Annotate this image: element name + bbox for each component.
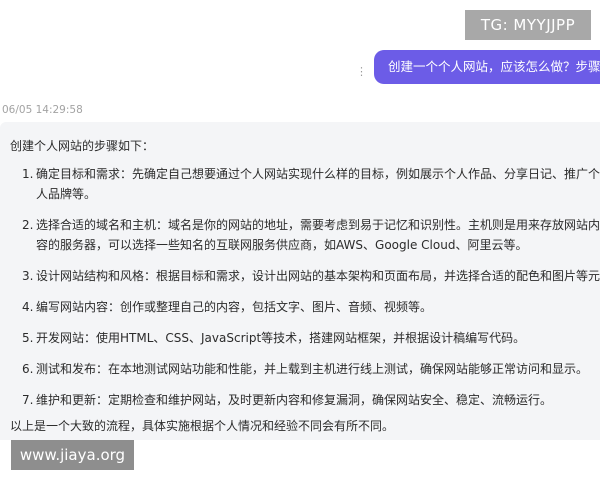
answer-step: 7. 维护和更新：定期检查和维护网站，及时更新内容和修复漏洞，确保网站安全、稳定… [22, 390, 600, 410]
answer-outro: 以上是一个大致的流程，具体实施根据个人情况和经验不同会有所不同。 [10, 419, 395, 433]
answer-intro: 创建个人网站的步骤如下： [10, 139, 155, 153]
step-text: 编写网站内容：创作或整理自己的内容，包括文字、图片、音频、视频等。 [36, 300, 433, 314]
step-number: 3. [22, 269, 34, 283]
step-text: 开发网站：使用HTML、CSS、JavaScript等技术，搭建网站框架，并根据… [36, 331, 526, 345]
answer-steps-list: 1. 确定目标和需求：先确定自己想要通过个人网站实现什么样的目标，例如展示个人作… [22, 164, 600, 421]
answer-step: 1. 确定目标和需求：先确定自己想要通过个人网站实现什么样的目标，例如展示个人作… [22, 164, 600, 204]
step-number: 6. [22, 362, 34, 376]
chat-screen: TG: MYYJJPP ⋮ 创建一个个人网站，应该怎么做？步骤 06/05 14… [0, 0, 600, 480]
step-text: 测试和发布：在本地测试网站功能和性能，并上载到主机进行线上测试，确保网站能够正常… [36, 362, 589, 376]
answer-step: 3. 设计网站结构和风格：根据目标和需求，设计出网站的基本架构和页面布局，并选择… [22, 266, 600, 286]
step-number: 1. [22, 167, 34, 181]
user-message-bubble: 创建一个个人网站，应该怎么做？步骤 [374, 50, 600, 84]
answer-step: 6. 测试和发布：在本地测试网站功能和性能，并上载到主机进行线上测试，确保网站能… [22, 359, 600, 379]
tg-overlay-label: TG: MYYJJPP [465, 10, 591, 40]
step-number: 2. [22, 218, 34, 232]
step-text: 维护和更新：定期检查和维护网站，及时更新内容和修复漏洞，确保网站安全、稳定、流畅… [36, 393, 553, 407]
message-timestamp: 06/05 14:29:58 [2, 104, 83, 116]
step-number: 5. [22, 331, 34, 345]
step-number: 4. [22, 300, 34, 314]
more-options-icon[interactable]: ⋮ [356, 66, 367, 78]
answer-step: 4. 编写网站内容：创作或整理自己的内容，包括文字、图片、音频、视频等。 [22, 297, 600, 317]
step-text: 选择合适的域名和主机：域名是你的网站的地址，需要考虑到易于记忆和识别性。主机则是… [36, 218, 600, 252]
answer-step: 5. 开发网站：使用HTML、CSS、JavaScript等技术，搭建网站框架，… [22, 328, 600, 348]
step-text: 设计网站结构和风格：根据目标和需求，设计出网站的基本架构和页面布局，并选择合适的… [36, 269, 600, 283]
site-watermark: www.jiaya.org [11, 440, 134, 470]
answer-step: 2. 选择合适的域名和主机：域名是你的网站的地址，需要考虑到易于记忆和识别性。主… [22, 215, 600, 255]
step-number: 7. [22, 393, 34, 407]
step-text: 确定目标和需求：先确定自己想要通过个人网站实现什么样的目标，例如展示个人作品、分… [36, 167, 600, 201]
